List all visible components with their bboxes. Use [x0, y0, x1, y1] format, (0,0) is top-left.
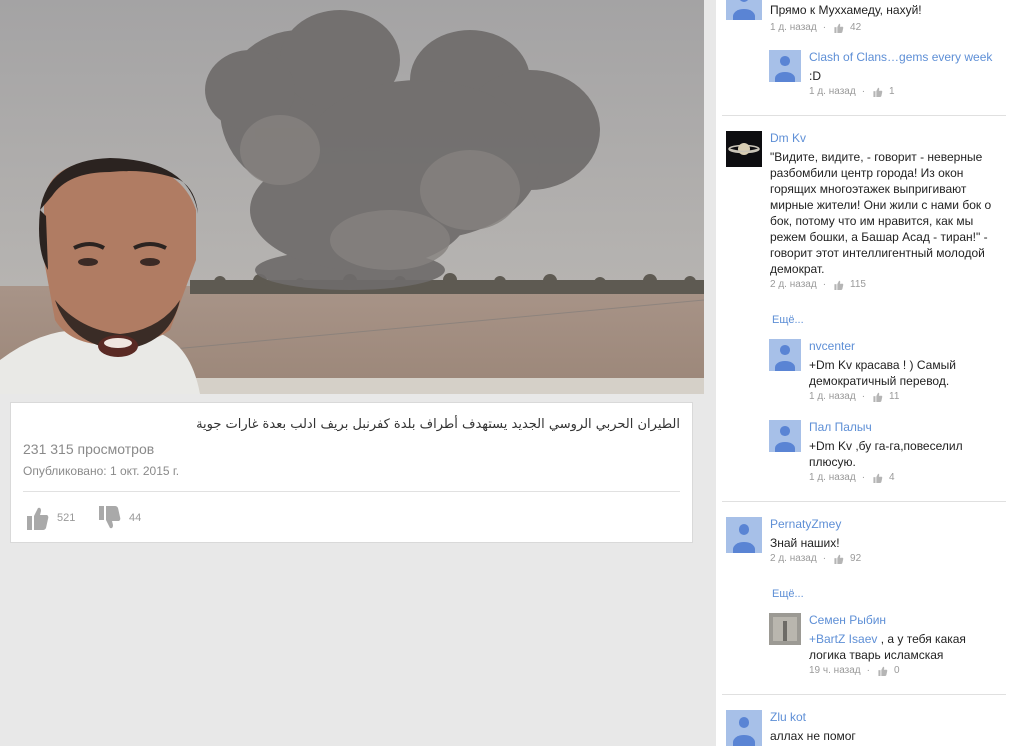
comment-meta: 2 д. назад · 92	[770, 553, 862, 564]
comment-text: Знай наших!	[770, 536, 840, 550]
comment-text: Прямо к Муххамеду, нахуй!	[770, 3, 922, 17]
comment-time: 2 д. назад	[770, 279, 817, 290]
user-avatar[interactable]	[726, 131, 762, 167]
reply-author[interactable]: Пал Палыч	[809, 420, 872, 434]
comment-author[interactable]: Zlu kot	[770, 710, 806, 724]
reply-text: :D	[809, 69, 821, 83]
reply-author[interactable]: Clash of Clans…gems every week	[809, 50, 992, 64]
user-avatar[interactable]	[769, 613, 801, 645]
reply-text: +Dm Kv красава ! ) Самый демократичный п…	[809, 358, 956, 388]
reply-like-count: 0	[893, 665, 900, 676]
thumb-up-icon[interactable]	[873, 473, 883, 483]
comment-meta: 1 д. назад · 42	[770, 22, 862, 33]
comment-meta: 2 д. назад · 115	[770, 279, 866, 290]
thumb-down-icon	[99, 506, 121, 529]
reply-like-count: 1	[889, 86, 895, 97]
like-count: 521	[57, 512, 76, 524]
default-avatar-icon[interactable]	[769, 50, 801, 82]
comment-like-count: 42	[850, 22, 862, 33]
dislike-button[interactable]: 44	[99, 506, 141, 530]
video-player[interactable]	[0, 0, 704, 394]
reply-meta: 1 д. назад · 4	[809, 472, 895, 483]
comment-text: аллах не помог	[770, 729, 856, 743]
divider	[23, 491, 680, 492]
reply-text: +BartZ Isaev , а у тебя какая логика тва…	[809, 631, 1004, 663]
comment-like-count: 115	[850, 279, 866, 290]
video-info-card: الطيران الحربي الروسي الجديد يستهدف أطرا…	[10, 402, 693, 543]
reply-meta: 1 д. назад · 11	[809, 391, 900, 402]
show-more-replies-link[interactable]: Ещё...	[772, 314, 804, 326]
like-button[interactable]: 521	[27, 506, 75, 530]
reply-time: 19 ч. назад	[809, 665, 861, 676]
default-avatar-icon[interactable]	[769, 420, 801, 452]
thumb-up-icon[interactable]	[873, 392, 883, 402]
reply-like-count: 11	[889, 391, 900, 402]
thumb-up-icon	[27, 507, 49, 530]
divider	[722, 501, 1006, 502]
mention-link[interactable]: +BartZ Isaev	[809, 632, 877, 646]
reply-author[interactable]: Семен Рыбин	[809, 613, 886, 627]
thumb-up-icon[interactable]	[834, 554, 844, 564]
thumb-up-icon[interactable]	[878, 666, 888, 676]
photo-avatar-icon	[769, 613, 801, 645]
divider	[722, 115, 1006, 116]
view-count: 231 315 просмотров	[23, 441, 155, 457]
reply-time: 1 д. назад	[809, 391, 856, 402]
thumb-up-icon[interactable]	[834, 23, 844, 33]
default-avatar-icon[interactable]	[769, 339, 801, 371]
comment-author[interactable]: Dm Kv	[770, 131, 806, 145]
default-avatar-icon[interactable]	[726, 517, 762, 553]
comment-text: "Видите, видите, - говорит - неверные ра…	[770, 150, 992, 276]
reply-time: 1 д. назад	[809, 472, 856, 483]
show-more-replies-link[interactable]: Ещё...	[772, 588, 804, 600]
dislike-count: 44	[129, 512, 142, 524]
thumb-up-icon[interactable]	[873, 87, 883, 97]
default-avatar-icon[interactable]	[726, 710, 762, 746]
comment-author[interactable]: PernatyZmey	[770, 517, 841, 531]
video-title: الطيران الحربي الروسي الجديد يستهدف أطرا…	[196, 417, 680, 432]
publish-date: Опубликовано: 1 окт. 2015 г.	[23, 464, 180, 478]
video-frame	[0, 0, 704, 394]
divider	[722, 694, 1006, 695]
comment-time: 2 д. назад	[770, 553, 817, 564]
comment-like-count: 92	[850, 553, 862, 564]
thumb-up-icon[interactable]	[834, 280, 844, 290]
reply-meta: 1 д. назад · 1	[809, 86, 895, 97]
reply-meta: 19 ч. назад · 0	[809, 665, 900, 676]
default-avatar-icon[interactable]	[726, 0, 762, 20]
saturn-icon	[726, 131, 762, 167]
reply-like-count: 4	[889, 472, 895, 483]
reply-text: +Dm Kv ,бу га-га,повеселил плюсую.	[809, 439, 963, 469]
reply-time: 1 д. назад	[809, 86, 856, 97]
comment-time: 1 д. назад	[770, 22, 817, 33]
reply-author[interactable]: nvcenter	[809, 339, 855, 353]
